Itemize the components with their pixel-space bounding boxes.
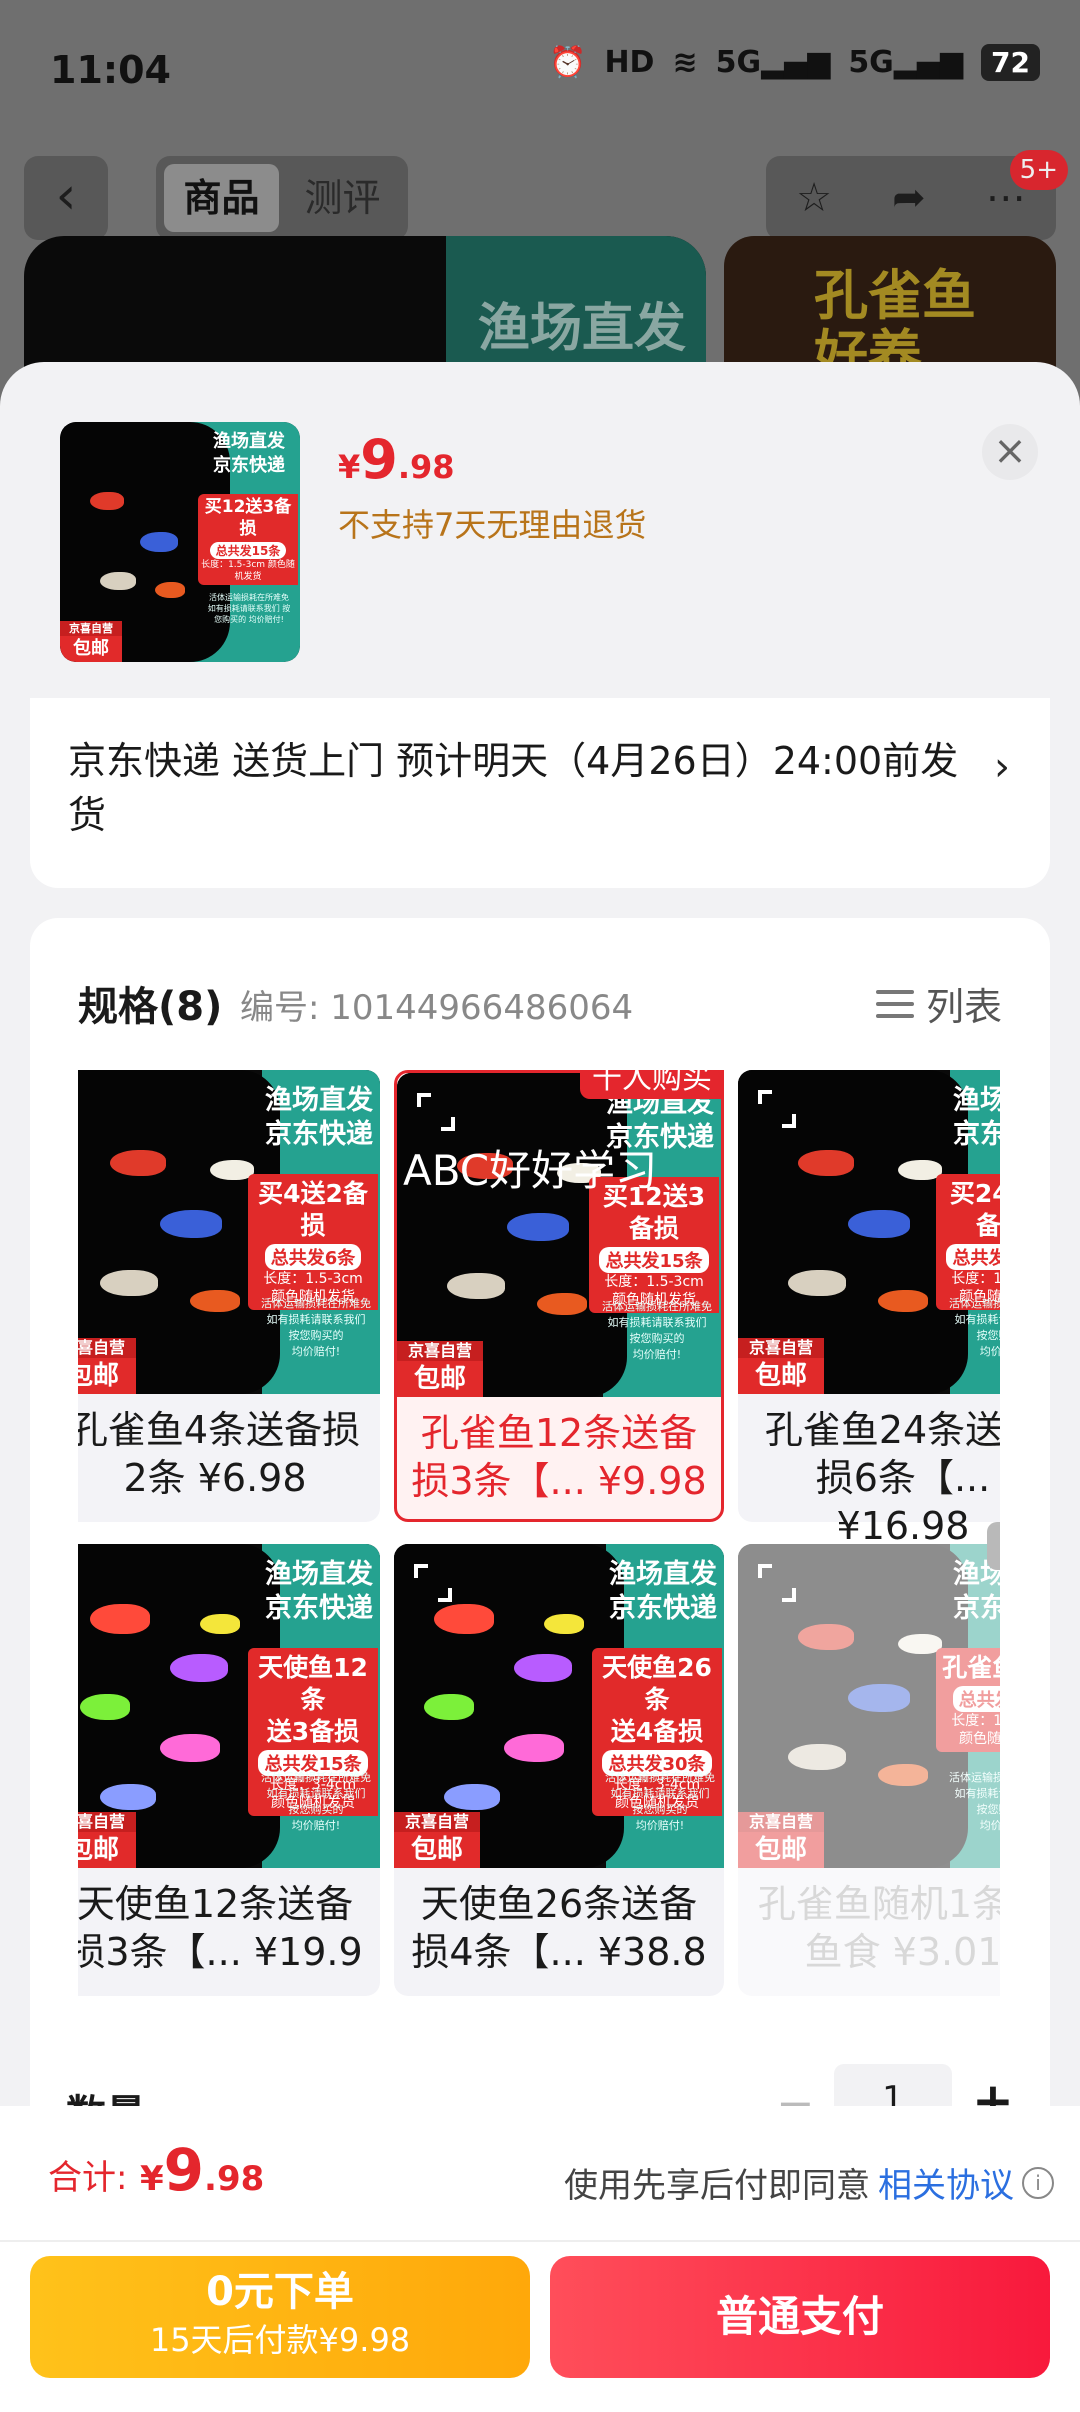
sku-image-note: 活体运输损耗在所难免 如有损耗请联系我们 按您购买的 均价赔付!: [602, 1300, 712, 1361]
spec-card: 规格(8) 编号: 10144966486064 列表 渔场直发 京东快递 买4…: [30, 918, 1050, 2158]
status-icons: ⏰ HD ≋ 5G▂▄▆ 5G▂▄▆ 72: [549, 44, 1040, 81]
expand-icon[interactable]: [414, 1564, 452, 1602]
sku-name: 天使鱼26条送备损4条【... ¥38.8: [411, 1882, 707, 1974]
wifi-icon: ≋: [672, 45, 698, 80]
thumb-title: 渔场直发 京东快递: [213, 431, 285, 476]
delivery-card[interactable]: 京东快递 送货上门 预计明天（4月26日）24:00前发货 ›: [30, 698, 1050, 888]
list-label: 列表: [925, 985, 1002, 1029]
no-return-notice: 不支持7天无理由退货: [338, 506, 647, 544]
sku-image-note: 活体运输损耗在所难免 如有损耗请联系我们 按您购买的 均价赔付!: [261, 1297, 371, 1358]
close-button[interactable]: ×: [982, 424, 1038, 480]
alarm-icon: ⏰: [549, 45, 587, 80]
sku-image-promo: 买4送2备损 总共发6条 长度：1.5-3cm 颜色随机发货: [248, 1174, 378, 1310]
expand-icon[interactable]: [417, 1093, 455, 1131]
sku-option[interactable]: 渔场直发 京东快递 买24送6备损 总共发30条 长度：1.5-3cm 颜色随机…: [738, 1070, 1000, 1548]
message-badge: 5+: [1009, 150, 1068, 190]
sku-image-badge: 京喜自营 包邮: [738, 1812, 824, 1868]
tab-product[interactable]: 商品: [164, 164, 279, 232]
spec-title: 规格(8): [78, 984, 223, 1030]
sku-image-title: 渔场直发 京东快递: [265, 1559, 373, 1624]
agreement-link[interactable]: 相关协议: [878, 2158, 1014, 2207]
sku-image-note: 活体运输损耗在所难免 如有损耗请联系我们 按您购买的 均价赔付!: [949, 1771, 1000, 1832]
sku-option[interactable]: 渔场直发 京东快递 买4送2备损 总共发6条 长度：1.5-3cm 颜色随机发货…: [78, 1070, 380, 1522]
sku-name: 孔雀鱼随机1条送鱼食 ¥3.01: [757, 1882, 1000, 1974]
sku-option[interactable]: 渔场直发 京东快递 天使鱼12条 送3备损 总共发15条 长度：3-4cm 颜色…: [78, 1544, 380, 1996]
sku-image-note: 活体运输损耗在所难免 如有损耗请联系我们 按您购买的 均价赔付!: [949, 1297, 1000, 1358]
top-nav: ‹ 商品 测评 ☆ ➦ ⋯ 5+: [0, 150, 1080, 250]
sku-image-badge: 京喜自营 包邮: [397, 1341, 483, 1397]
agreement-text: 使用先享后付即同意: [564, 2166, 870, 2206]
sku-option[interactable]: 渔场直发 京东快递 买12送3备损 总共发15条 长度：1.5-3cm 颜色随机…: [394, 1070, 724, 1522]
total-row: 合计: ¥9.98 使用先享后付即同意 相关协议 i: [0, 2106, 1080, 2242]
sku-name: 天使鱼12条送备损3条【... ¥19.9: [78, 1882, 363, 1974]
spec-code: 编号: 10144966486064: [240, 988, 634, 1028]
favorite-icon[interactable]: ☆: [796, 175, 832, 221]
banner-text: 渔场直发: [477, 299, 686, 359]
status-time: 11:04: [50, 48, 171, 92]
signal-5g-icon-2: 5G▂▄▆: [848, 45, 964, 80]
list-icon: [875, 986, 914, 1022]
sku-option[interactable]: 渔场直发 京东快递 天使鱼26条 送4备损 总共发30条 长度：3-4cm 颜色…: [394, 1544, 724, 1996]
product-price: ¥9.98: [338, 428, 455, 491]
spec-sheet: 渔场直发 京东快递 买12送3备损 总共发15条 长度：1.5-3cm 颜色随机…: [0, 362, 1080, 2412]
sku-grid: 渔场直发 京东快递 买4送2备损 总共发6条 长度：1.5-3cm 颜色随机发货…: [78, 1070, 1000, 2010]
product-header: 渔场直发 京东快递 买12送3备损 总共发15条 长度：1.5-3cm 颜色随机…: [0, 362, 1080, 702]
back-button[interactable]: ‹: [24, 156, 108, 240]
agreement-notice: 使用先享后付即同意 相关协议 i: [564, 2158, 1054, 2207]
background-thumbnail: 孔雀鱼 好养: [724, 236, 1056, 376]
share-icon[interactable]: ➦: [892, 175, 926, 221]
thumb-note: 活体运输损耗在所难免 如有损耗请联系我们 按您购买的 均价赔付!: [207, 593, 291, 624]
sku-image: 渔场直发 京东快递 天使鱼26条 送4备损 总共发30条 长度：3-4cm 颜色…: [394, 1544, 724, 1868]
sku-image-badge: 京喜自营 包邮: [78, 1812, 136, 1868]
sku-image-promo: 买24送6备损 总共发30条 长度：1.5-3cm 颜色随机发货: [936, 1174, 1000, 1310]
pay-later-label: 0元下单: [206, 2269, 354, 2315]
sku-image-title: 渔场直发 京东快递: [953, 1085, 1000, 1150]
expand-icon[interactable]: [758, 1090, 796, 1128]
battery-icon: 72: [981, 44, 1040, 81]
sku-option[interactable]: 渔场直发 京东快递 孔雀鱼1条 总共发1条 长度：1.5-3cm 颜色随机发货 …: [738, 1522, 1000, 1996]
checkout-footer: 合计: ¥9.98 使用先享后付即同意 相关协议 i 0元下单 15天后付款¥9.…: [0, 2106, 1080, 2412]
sku-image: 渔场直发 京东快递 买12送3备损 总共发15条 长度：1.5-3cm 颜色随机…: [397, 1073, 721, 1397]
product-tabs: 商品 测评: [156, 156, 408, 240]
sku-image: 渔场直发 京东快递 买24送6备损 总共发30条 长度：1.5-3cm 颜色随机…: [738, 1070, 1000, 1394]
delivery-text: 京东快递 送货上门 预计明天（4月26日）24:00前发货: [68, 739, 959, 837]
pay-later-button[interactable]: 0元下单 15天后付款¥9.98: [30, 2256, 530, 2378]
status-bar: 11:04 ⏰ HD ≋ 5G▂▄▆ 5G▂▄▆ 72: [0, 0, 1080, 140]
thumb-badge: 京喜自营 包邮: [60, 621, 122, 662]
expand-icon[interactable]: [758, 1564, 796, 1602]
sku-name: 孔雀鱼12条送备损3条【... ¥9.98: [411, 1411, 707, 1503]
sku-image: 渔场直发 京东快递 买4送2备损 总共发6条 长度：1.5-3cm 颜色随机发货…: [78, 1070, 380, 1394]
total-label: 合计:: [48, 2158, 128, 2198]
unavailable-tag: 无货: [987, 1522, 1000, 1570]
tab-review[interactable]: 测评: [285, 164, 400, 232]
thumbnail-text: 孔雀鱼 好养: [814, 264, 976, 377]
pay-later-sublabel: 15天后付款¥9.98: [149, 2321, 411, 2359]
info-icon[interactable]: i: [1022, 2166, 1054, 2199]
product-thumbnail: 渔场直发 京东快递 买12送3备损 总共发15条 长度：1.5-3cm 颜色随机…: [60, 422, 300, 662]
sku-image: 渔场直发 京东快递 天使鱼12条 送3备损 总共发15条 长度：3-4cm 颜色…: [78, 1544, 380, 1868]
background-banner: 渔场直发: [24, 236, 706, 376]
sku-image-badge: 京喜自营 包邮: [738, 1338, 824, 1394]
product-image: 渔场直发 京东快递 买12送3备损 总共发15条 长度：1.5-3cm 颜色随机…: [60, 422, 300, 662]
hd-icon: HD: [604, 45, 655, 80]
normal-pay-button[interactable]: 普通支付: [550, 2256, 1050, 2378]
list-view-toggle[interactable]: 列表: [875, 976, 1002, 1031]
thumb-promo: 买12送3备损 总共发15条 长度：1.5-3cm 颜色随机发货: [198, 494, 298, 585]
sku-image-title: 渔场直发 京东快递: [609, 1559, 717, 1624]
sku-image-note: 活体运输损耗在所难免 如有损耗请联系我们 按您购买的 均价赔付!: [261, 1771, 371, 1832]
overlay-text: ABC好好学习: [403, 1146, 658, 1195]
sku-name: 孔雀鱼24条送备损6条【... ¥16.98: [764, 1408, 1000, 1548]
sku-image-badge: 京喜自营 包邮: [394, 1812, 480, 1868]
signal-5g-icon: 5G▂▄▆: [715, 45, 831, 80]
sku-image: 渔场直发 京东快递 孔雀鱼1条 总共发1条 长度：1.5-3cm 颜色随机发货 …: [738, 1544, 1000, 1868]
sku-image-note: 活体运输损耗在所难免 如有损耗请联系我们 按您购买的 均价赔付!: [605, 1771, 715, 1832]
sku-image-promo: 孔雀鱼1条 总共发1条 长度：1.5-3cm 颜色随机发货: [936, 1648, 1000, 1752]
total-price: ¥9.98: [140, 2136, 265, 2204]
chevron-right-icon: ›: [994, 744, 1010, 790]
sku-image-badge: 京喜自营 包邮: [78, 1338, 136, 1394]
sku-image-title: 渔场直发 京东快递: [265, 1085, 373, 1150]
sku-name: 孔雀鱼4条送备损2条 ¥6.98: [78, 1408, 361, 1500]
hot-tag: 千人购买: [580, 1070, 724, 1099]
